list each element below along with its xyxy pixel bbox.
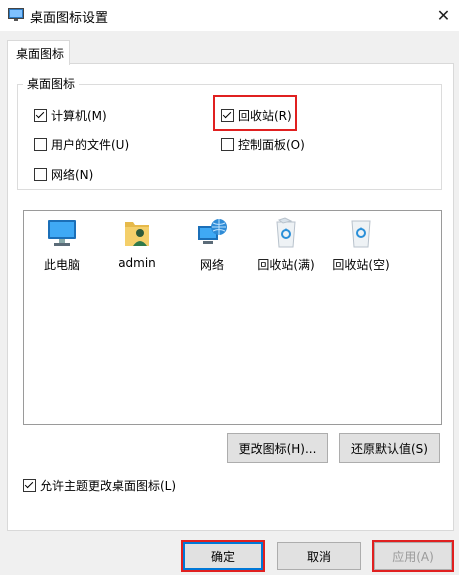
icon-label: 回收站(空) [332, 258, 390, 272]
icon-label: 网络 [199, 258, 224, 272]
recycle-bin-full-icon [269, 216, 303, 250]
checkbox-computer[interactable]: 计算机(M) [34, 107, 107, 124]
desktop-settings-icon [8, 8, 24, 22]
cancel-button[interactable]: 取消 [277, 542, 361, 570]
close-icon: ✕ [436, 6, 451, 25]
checkbox-label: 用户的文件(U) [51, 138, 130, 152]
list-item-recycle-full[interactable]: 回收站(满) [250, 216, 322, 273]
highlight-frame [213, 95, 297, 131]
window-title: 桌面图标设置 [30, 11, 109, 26]
restore-default-button[interactable]: 还原默认值(S) [339, 433, 440, 463]
checkbox-user-files[interactable]: 用户的文件(U) [34, 136, 129, 153]
checkbox-label: 计算机(M) [51, 109, 107, 123]
recycle-bin-empty-icon [344, 216, 378, 250]
checkbox-control-panel[interactable]: 控制面板(O) [221, 136, 305, 153]
checkbox-label: 允许主题更改桌面图标(L) [40, 479, 177, 493]
checkbox-unchecked-icon[interactable] [221, 138, 234, 151]
checkbox-network[interactable]: 网络(N) [34, 166, 93, 183]
checkbox-label: 网络(N) [51, 168, 94, 182]
list-item-this-pc[interactable]: 此电脑 [26, 216, 98, 273]
highlight-frame [181, 540, 265, 572]
list-item-recycle-empty[interactable]: 回收站(空) [325, 216, 397, 273]
checkbox-unchecked-icon[interactable] [34, 168, 47, 181]
checkbox-allow-themes[interactable]: 允许主题更改桌面图标(L) [23, 477, 176, 494]
icon-label: admin [118, 256, 156, 270]
user-folder-icon [120, 216, 154, 250]
group-title: 桌面图标 [23, 75, 80, 92]
close-button[interactable]: ✕ [428, 0, 459, 31]
tab-desktop-icons[interactable]: 桌面图标 [7, 40, 70, 65]
checkbox-checked-icon[interactable] [23, 479, 36, 492]
icon-label: 此电脑 [43, 258, 80, 272]
network-icon [195, 216, 229, 250]
icon-label: 回收站(满) [257, 258, 315, 272]
list-item-network[interactable]: 网络 [176, 216, 248, 273]
checkbox-label: 控制面板(O) [238, 138, 305, 152]
change-icon-button[interactable]: 更改图标(H)... [227, 433, 328, 463]
checkbox-unchecked-icon[interactable] [34, 138, 47, 151]
highlight-frame [372, 540, 454, 572]
checkbox-checked-icon[interactable] [34, 109, 47, 122]
tab-label: 桌面图标 [16, 47, 65, 61]
list-item-admin[interactable]: admin [101, 216, 173, 270]
computer-icon [45, 216, 79, 250]
